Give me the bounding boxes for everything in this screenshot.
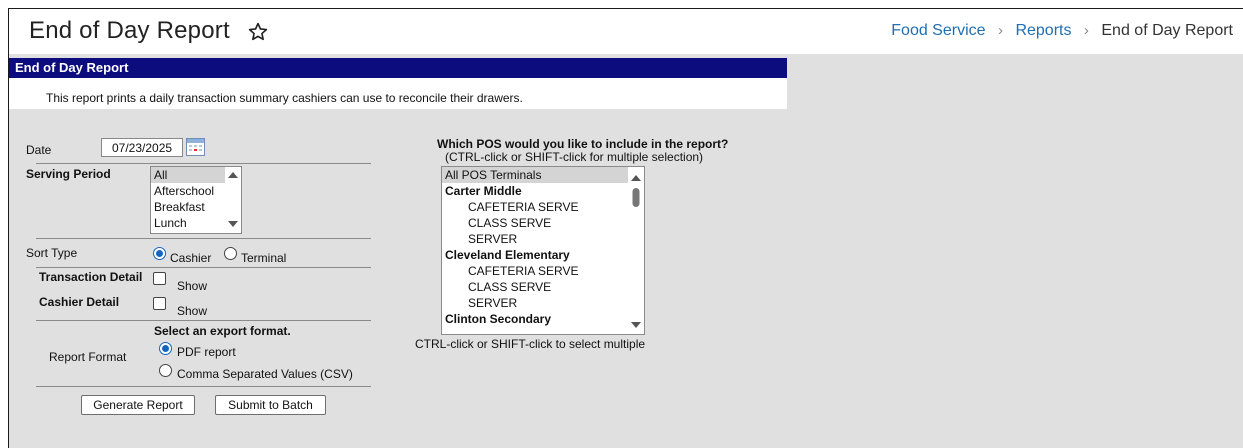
pos-group-label[interactable]: Cleveland Elementary [442, 247, 644, 263]
sort-terminal-label[interactable]: Terminal [241, 251, 286, 265]
divider [36, 386, 371, 387]
serving-period-label: Serving Period [26, 167, 111, 181]
serving-period-list[interactable]: All Afterschool Breakfast Lunch [150, 166, 242, 234]
cashier-show-label[interactable]: Show [177, 304, 207, 318]
cashier-detail-checkbox[interactable] [153, 297, 166, 310]
section-title-bar: End of Day Report [9, 58, 787, 78]
breadcrumb-reports[interactable]: Reports [1015, 22, 1071, 39]
pos-option[interactable]: SERVER [442, 295, 644, 311]
breadcrumb-current: End of Day Report [1101, 22, 1233, 39]
pos-terminal-list[interactable]: All POS Terminals Carter Middle CAFETERIA … [441, 166, 645, 335]
sort-cashier-radio[interactable] [153, 247, 166, 260]
pos-footer-hint: CTRL-click or SHIFT-click to select mult… [415, 337, 646, 351]
scrollbar[interactable] [225, 167, 241, 233]
chevron-right-icon: › [997, 22, 1003, 39]
pos-question: Which POS would you like to include in t… [437, 137, 729, 151]
pos-option[interactable]: CAFETERIA SERVE [442, 263, 644, 279]
divider [36, 267, 371, 268]
date-input[interactable] [101, 138, 183, 157]
sort-cashier-label[interactable]: Cashier [170, 251, 211, 265]
sort-terminal-radio[interactable] [224, 247, 237, 260]
pos-option[interactable]: All POS Terminals [442, 167, 644, 183]
submit-to-batch-button[interactable]: Submit to Batch [215, 395, 326, 415]
export-format-heading: Select an export format. [154, 324, 291, 338]
transaction-detail-label: Transaction Detail [39, 270, 143, 284]
favorite-star-icon[interactable] [247, 21, 269, 43]
divider [36, 238, 371, 239]
cashier-detail-label: Cashier Detail [39, 295, 120, 309]
breadcrumb-food-service[interactable]: Food Service [891, 22, 985, 39]
date-label: Date [26, 143, 52, 157]
page-header: End of Day Report Food Service › Reports… [8, 8, 1243, 54]
pos-option[interactable]: CAFETERIA SERVE [442, 199, 644, 215]
transaction-detail-checkbox[interactable] [153, 272, 166, 285]
scroll-arrows-icon [631, 175, 641, 328]
divider [36, 163, 371, 164]
chevron-right-icon: › [1083, 22, 1089, 39]
format-pdf-radio[interactable] [159, 342, 172, 355]
page-title: End of Day Report [29, 17, 230, 44]
pos-group-label[interactable]: Clinton Secondary [442, 311, 644, 327]
calendar-icon[interactable] [186, 138, 205, 156]
format-csv-radio[interactable] [159, 364, 172, 377]
pos-hint: (CTRL-click or SHIFT-click for multiple … [445, 150, 704, 164]
pos-group-label[interactable]: Carter Middle [442, 183, 644, 199]
format-pdf-label[interactable]: PDF report [177, 345, 236, 359]
report-format-label: Report Format [49, 350, 127, 364]
pos-option[interactable]: SERVER [442, 231, 644, 247]
breadcrumb: Food Service › Reports › End of Day Repo… [891, 22, 1233, 40]
report-panel: End of Day Report This report prints a d… [8, 54, 1243, 448]
generate-report-button[interactable]: Generate Report [81, 395, 195, 415]
transaction-show-label[interactable]: Show [177, 279, 207, 293]
report-description: This report prints a daily transaction s… [9, 78, 787, 109]
scroll-arrows-icon [228, 172, 238, 227]
divider [36, 320, 371, 321]
scrollbar[interactable] [628, 167, 644, 334]
pos-option[interactable]: CLASS SERVE [442, 215, 644, 231]
format-csv-label[interactable]: Comma Separated Values (CSV) [177, 367, 353, 381]
sort-type-label: Sort Type [26, 246, 78, 260]
pos-option[interactable]: CLASS SERVE [442, 279, 644, 295]
